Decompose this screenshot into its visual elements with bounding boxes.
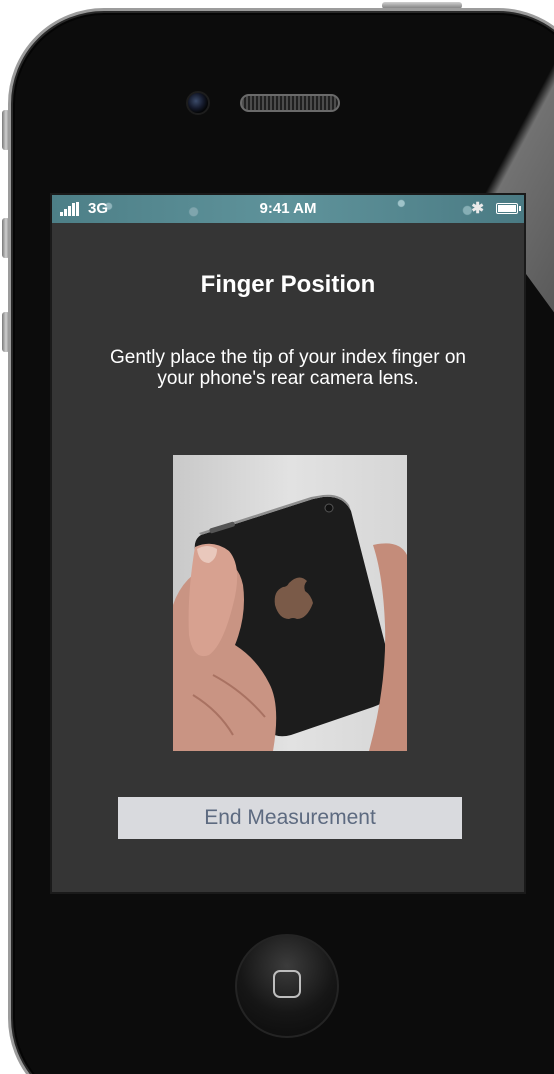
status-bar: 3G 9:41 AM ✱ — [52, 195, 524, 223]
hand-holding-phone-image — [173, 455, 407, 751]
app-screen: 3G 9:41 AM ✱ Finger Position Gently plac… — [50, 193, 526, 894]
device-mockup: 3G 9:41 AM ✱ Finger Position Gently plac… — [0, 0, 554, 1074]
earpiece-speaker — [240, 94, 340, 112]
illustration-graphic — [173, 494, 407, 751]
status-time: 9:41 AM — [259, 200, 317, 217]
front-camera-icon — [186, 91, 210, 115]
home-button[interactable] — [235, 934, 339, 1038]
battery-icon — [496, 203, 521, 214]
battery-fill — [498, 205, 516, 212]
page-title: Finger Position — [200, 271, 376, 298]
home-square-icon — [273, 970, 301, 998]
instruction-text: Gently place the tip of your index finge… — [110, 347, 466, 389]
bluetooth-icon: ✱ — [471, 200, 484, 217]
end-measurement-button[interactable]: End Measurement — [118, 797, 462, 839]
